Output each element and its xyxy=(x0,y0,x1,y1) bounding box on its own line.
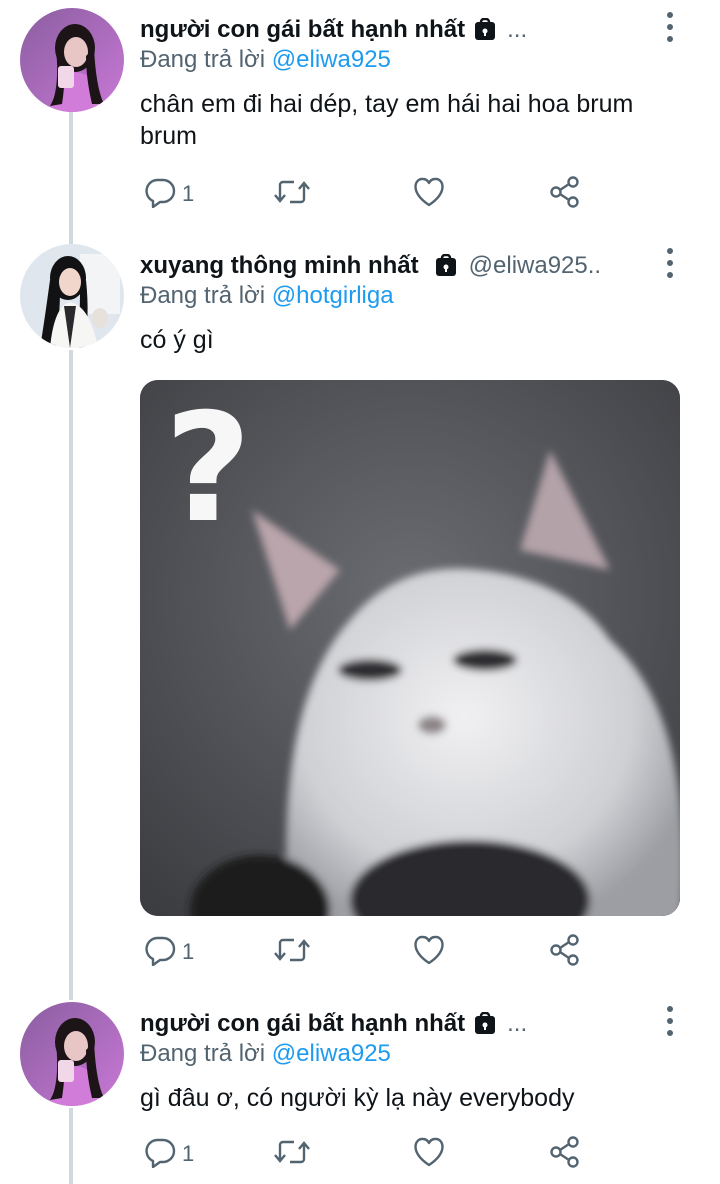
reply-count: 1 xyxy=(182,181,195,206)
tweet-header: xuyang thông minh nhất @eliwa925.. xyxy=(140,248,601,284)
author-handle: @eliwa925.. xyxy=(468,252,602,279)
mention-link[interactable]: @eliwa925 xyxy=(272,46,391,73)
tweet[interactable]: xuyang thông minh nhất @eliwa925.. Đang … xyxy=(0,236,720,988)
action-bar: 1 xyxy=(140,1134,600,1174)
replying-prefix: Đang trả lời xyxy=(140,282,272,309)
action-bar: 1 xyxy=(140,932,600,972)
tweet-media-image[interactable]: ? xyxy=(140,380,680,916)
retweet-button[interactable] xyxy=(274,1134,310,1174)
lock-icon xyxy=(473,18,497,42)
retweet-icon xyxy=(274,176,310,213)
replying-prefix: Đang trả lời xyxy=(140,46,272,73)
share-icon xyxy=(548,1135,582,1174)
like-icon xyxy=(412,934,446,971)
avatar[interactable] xyxy=(20,8,124,112)
tweet-header: người con gái bất hạnh nhất ... xyxy=(140,12,527,48)
like-icon xyxy=(412,1136,446,1173)
avatar[interactable] xyxy=(20,244,124,348)
tweet-text: chân em đi hai dép, tay em hái hai hoa b… xyxy=(140,90,634,150)
reply-count: 1 xyxy=(182,1141,195,1166)
svg-text:?: ? xyxy=(164,382,251,556)
more-options-icon[interactable] xyxy=(664,248,676,278)
like-button[interactable] xyxy=(412,174,446,214)
reply-icon xyxy=(144,934,176,971)
tweet-text: gì đâu ơ, có người kỳ lạ này everybody xyxy=(140,1084,575,1112)
like-button[interactable] xyxy=(412,932,446,972)
tweet[interactable]: người con gái bất hạnh nhất ... Đang trả… xyxy=(0,0,720,232)
share-button[interactable] xyxy=(548,1134,582,1174)
tweet[interactable]: người con gái bất hạnh nhất ... Đang trả… xyxy=(0,994,720,1184)
like-button[interactable] xyxy=(412,1134,446,1174)
retweet-icon xyxy=(274,934,310,971)
author-name[interactable]: xuyang thông minh nhất xyxy=(140,252,419,280)
tweet-text: có ý gì xyxy=(140,326,214,354)
retweet-icon xyxy=(274,1136,310,1173)
replying-to: Đang trả lời @hotgirliga xyxy=(140,282,394,310)
more-options-icon[interactable] xyxy=(664,12,676,42)
share-button[interactable] xyxy=(548,174,582,214)
share-icon xyxy=(548,933,582,972)
reply-icon xyxy=(144,176,176,213)
lock-icon xyxy=(433,254,459,278)
reply-icon xyxy=(144,1136,176,1173)
author-handle: ... xyxy=(507,16,528,43)
replying-prefix: Đang trả lời xyxy=(140,1040,272,1067)
action-bar: 1 xyxy=(140,174,600,214)
retweet-button[interactable] xyxy=(274,174,310,214)
lock-icon xyxy=(473,1012,497,1036)
share-button[interactable] xyxy=(548,932,582,972)
reply-count: 1 xyxy=(182,939,195,964)
author-handle: ... xyxy=(507,1010,528,1037)
author-name[interactable]: người con gái bất hạnh nhất xyxy=(140,16,465,44)
author-name[interactable]: người con gái bất hạnh nhất xyxy=(140,1010,465,1038)
replying-to: Đang trả lời @eliwa925 xyxy=(140,1040,391,1068)
reply-button[interactable]: 1 xyxy=(144,174,194,214)
mention-link[interactable]: @eliwa925 xyxy=(272,1040,391,1067)
tweet-header: người con gái bất hạnh nhất ... xyxy=(140,1006,527,1042)
more-options-icon[interactable] xyxy=(664,1006,676,1036)
reply-button[interactable]: 1 xyxy=(144,1134,194,1174)
retweet-button[interactable] xyxy=(274,932,310,972)
mention-link[interactable]: @hotgirliga xyxy=(272,282,394,309)
share-icon xyxy=(548,175,582,214)
replying-to: Đang trả lời @eliwa925 xyxy=(140,46,391,74)
avatar[interactable] xyxy=(20,1002,124,1106)
reply-button[interactable]: 1 xyxy=(144,932,194,972)
like-icon xyxy=(412,176,446,213)
